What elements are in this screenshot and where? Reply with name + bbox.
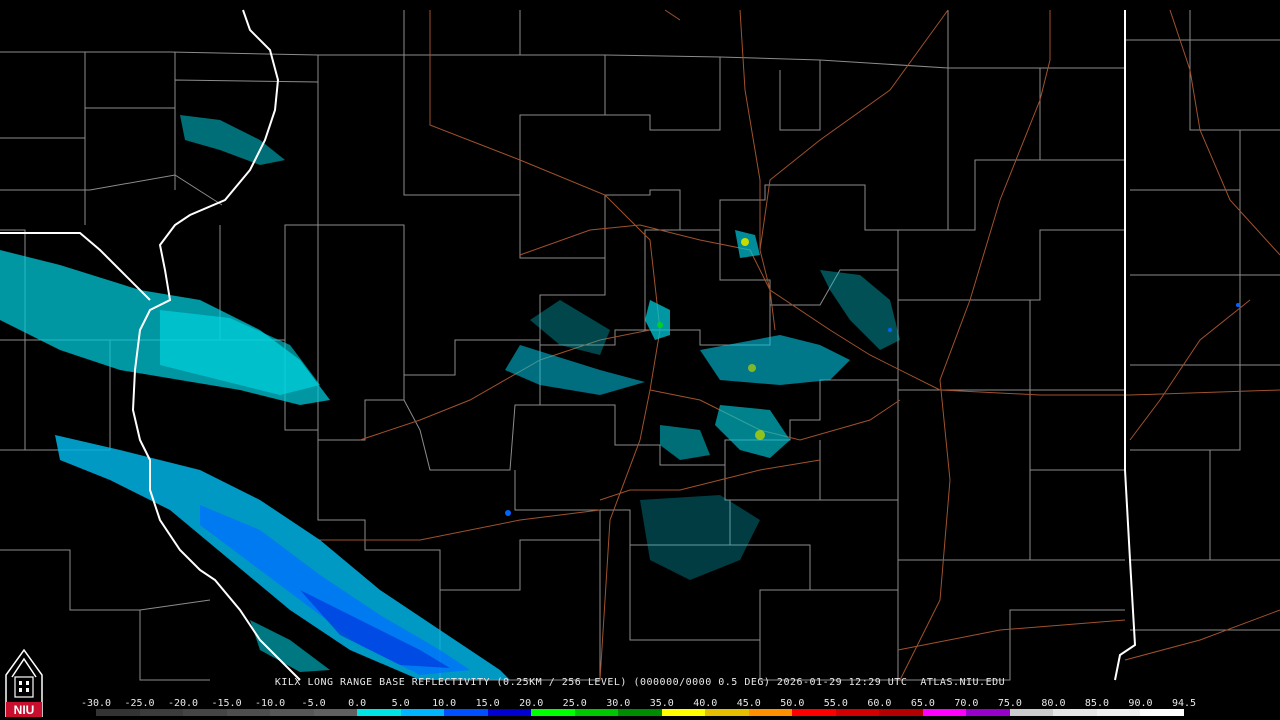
colorbar-segment [618,709,662,716]
colorbar-segment [1009,709,1054,716]
colorbar-segment [270,709,314,716]
colorbar-tick-label: 45.0 [736,698,761,709]
colorbar-tick-label: 75.0 [997,698,1022,709]
colorbar-segment [531,709,575,716]
colorbar-segment [1096,709,1141,716]
colorbar-tick-label: 5.0 [391,698,410,709]
colorbar-tick-label: 80.0 [1041,698,1066,709]
colorbar-segment [487,709,532,716]
colorbar-tick-label: -15.0 [211,698,242,709]
colorbar-segment [444,709,488,716]
colorbar-tick-label: -10.0 [255,698,286,709]
colorbar-tick-label: -20.0 [167,698,199,709]
colorbar-segment [1053,709,1097,716]
colorbar-tick-label: 60.0 [867,698,892,709]
colorbar-tick-label: 15.0 [475,698,500,709]
colorbar-segment [792,709,836,716]
colorbar-tick-label: 55.0 [823,698,848,709]
colorbar-tick-label: 90.0 [1128,698,1153,709]
colorbar-tick-label: 20.0 [519,698,544,709]
colorbar-segment [139,709,184,716]
colorbar-tick-label: 65.0 [910,698,935,709]
colorbar-segment [748,709,793,716]
colorbar-segment [835,709,880,716]
radar-map [0,0,1280,720]
colorbar-tick-label: 85.0 [1084,698,1109,709]
colorbar-segment [400,709,445,716]
colorbar-tick-label: 50.0 [780,698,805,709]
colorbar-segment [966,709,1010,716]
niu-logo: NIU [5,648,43,717]
colorbar-segment [661,709,706,716]
colorbar-segment [705,709,749,716]
colorbar-tick-label: -30.0 [80,698,112,709]
colorbar-tick-label: -5.0 [301,698,326,709]
colorbar-segment [226,709,271,716]
colorbar-segment [574,709,619,716]
colorbar-segment [357,709,401,716]
product-caption: KILX LONG RANGE BASE REFLECTIVITY (0.25K… [274,677,1006,688]
colorbar-tick-label: 0.0 [348,698,367,709]
colorbar-segment [96,709,140,716]
colorbar-segment [313,709,358,716]
colorbar-tick-label: -25.0 [124,698,155,709]
colorbar-tick-label: 70.0 [954,698,979,709]
colorbar-segment [183,709,227,716]
colorbar-segment [922,709,967,716]
reflectivity-colorbar [96,709,1184,716]
colorbar-segment [1140,709,1184,716]
colorbar-tick-label: 40.0 [693,698,718,709]
colorbar-tick-label: 94.5 [1171,698,1197,709]
colorbar-tick-label: 35.0 [649,698,674,709]
colorbar-segment [879,709,923,716]
logo-text: NIU [14,703,35,717]
colorbar-tick-label: 10.0 [432,698,457,709]
colorbar-tick-label: 30.0 [606,698,631,709]
colorbar-tick-label: 25.0 [562,698,587,709]
